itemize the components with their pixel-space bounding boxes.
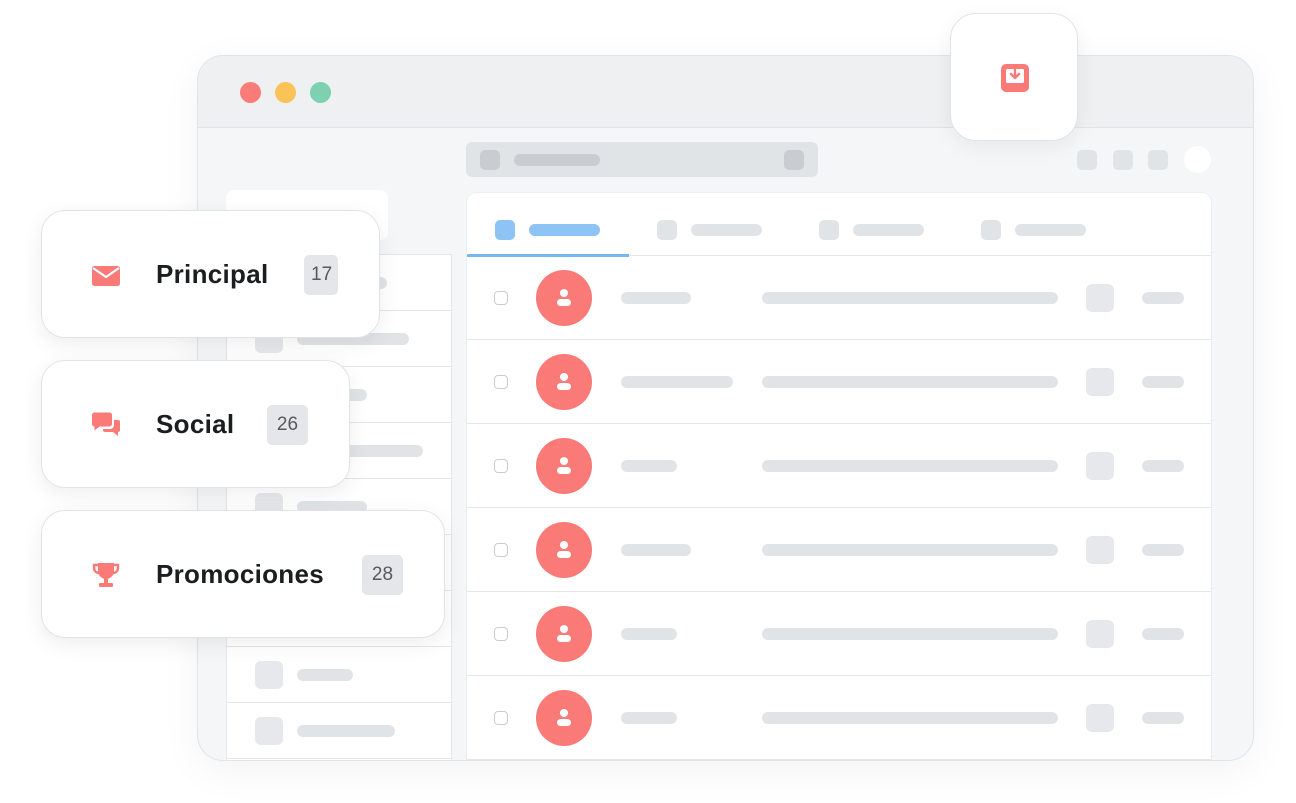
subject-placeholder xyxy=(762,712,1058,724)
date-placeholder xyxy=(1142,628,1184,640)
attachment-icon xyxy=(1086,536,1114,564)
search-bar[interactable] xyxy=(466,142,818,177)
message-row[interactable] xyxy=(467,676,1211,760)
help-icon[interactable] xyxy=(1077,150,1097,170)
title-bar xyxy=(198,56,1253,128)
category-label: Social xyxy=(156,409,235,439)
sender-placeholder xyxy=(621,712,677,724)
date-placeholder xyxy=(1142,376,1184,388)
sender-placeholder xyxy=(621,292,691,304)
tab-updates[interactable] xyxy=(953,193,1115,256)
sender-avatar xyxy=(536,606,592,662)
sidebar-item[interactable] xyxy=(227,703,451,759)
count-badge: 28 xyxy=(362,555,403,595)
sender-placeholder xyxy=(621,376,733,388)
tab-principal[interactable] xyxy=(467,193,629,257)
subject-placeholder xyxy=(762,376,1058,388)
sender-placeholder xyxy=(621,628,677,640)
search-icon xyxy=(480,150,500,170)
attachment-icon xyxy=(1086,452,1114,480)
trophy-icon xyxy=(92,563,120,587)
category-label: Promociones xyxy=(156,559,325,589)
date-placeholder xyxy=(1142,460,1184,472)
sender-avatar xyxy=(536,438,592,494)
subject-placeholder xyxy=(762,460,1058,472)
message-row[interactable] xyxy=(467,340,1211,424)
close-window-button[interactable] xyxy=(240,82,261,103)
inbox-download-icon xyxy=(1001,64,1029,92)
category-card-promociones[interactable]: Promociones 28 xyxy=(41,510,445,638)
sidebar-item[interactable] xyxy=(227,647,451,703)
date-placeholder xyxy=(1142,292,1184,304)
message-row[interactable] xyxy=(467,592,1211,676)
sender-avatar xyxy=(536,270,592,326)
attachment-icon xyxy=(1086,368,1114,396)
attachment-icon xyxy=(1086,704,1114,732)
date-placeholder xyxy=(1142,712,1184,724)
settings-icon[interactable] xyxy=(1113,150,1133,170)
maximize-window-button[interactable] xyxy=(310,82,331,103)
sender-placeholder xyxy=(621,460,677,472)
inbox-download-badge xyxy=(950,13,1078,141)
envelope-icon xyxy=(92,266,120,286)
row-checkbox[interactable] xyxy=(494,543,508,557)
search-placeholder xyxy=(514,154,600,166)
subject-placeholder xyxy=(762,628,1058,640)
date-placeholder xyxy=(1142,544,1184,556)
minimize-window-button[interactable] xyxy=(275,82,296,103)
chat-bubbles-icon xyxy=(92,412,120,436)
message-list-panel xyxy=(466,192,1212,760)
tab-social[interactable] xyxy=(629,193,791,256)
category-card-social[interactable]: Social 26 xyxy=(41,360,350,488)
sender-avatar xyxy=(536,354,592,410)
count-badge: 26 xyxy=(267,405,308,445)
browser-window xyxy=(197,55,1254,761)
message-row[interactable] xyxy=(467,256,1211,340)
sender-placeholder xyxy=(621,544,691,556)
attachment-icon xyxy=(1086,284,1114,312)
tab-promociones[interactable] xyxy=(791,193,953,256)
apps-icon[interactable] xyxy=(1148,150,1168,170)
subject-placeholder xyxy=(762,292,1058,304)
message-row[interactable] xyxy=(467,508,1211,592)
message-row[interactable] xyxy=(467,424,1211,508)
count-badge: 17 xyxy=(304,255,338,295)
category-card-principal[interactable]: Principal 17 xyxy=(41,210,380,338)
row-checkbox[interactable] xyxy=(494,459,508,473)
search-options-icon[interactable] xyxy=(784,150,804,170)
subject-placeholder xyxy=(762,544,1058,556)
category-label: Principal xyxy=(156,259,269,289)
account-avatar[interactable] xyxy=(1184,146,1211,173)
attachment-icon xyxy=(1086,620,1114,648)
category-tabs xyxy=(467,193,1211,257)
sender-avatar xyxy=(536,522,592,578)
row-checkbox[interactable] xyxy=(494,375,508,389)
sender-avatar xyxy=(536,690,592,746)
row-checkbox[interactable] xyxy=(494,627,508,641)
row-checkbox[interactable] xyxy=(494,711,508,725)
row-checkbox[interactable] xyxy=(494,291,508,305)
